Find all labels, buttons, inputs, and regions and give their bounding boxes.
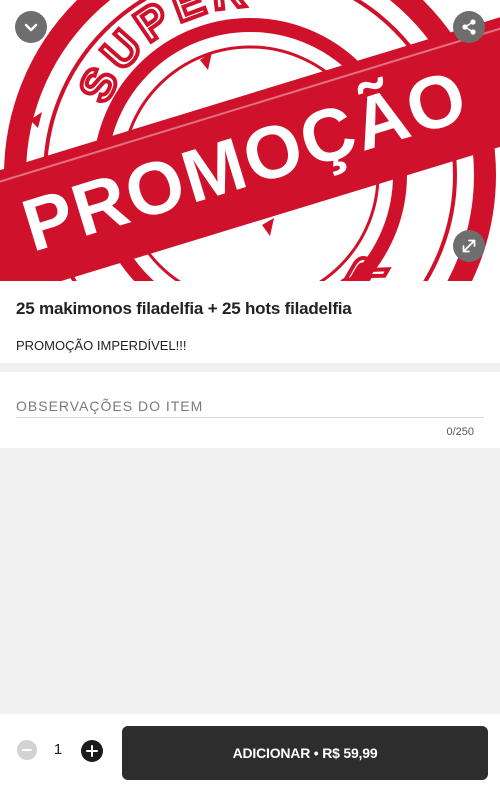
item-info: 25 makimonos filadelfia + 25 hots filade…	[0, 281, 500, 363]
item-notes-input[interactable]	[16, 394, 484, 418]
add-to-cart-button[interactable]: ADICIONAR • R$ 59,99	[122, 726, 488, 780]
quantity-value: 1	[53, 741, 63, 758]
share-button[interactable]	[453, 11, 485, 43]
expand-image-button[interactable]	[453, 230, 485, 262]
share-icon	[462, 19, 476, 35]
add-to-cart-bar: 1 ADICIONAR • R$ 59,99	[0, 714, 500, 786]
plus-icon	[86, 745, 98, 757]
chevron-down-icon	[24, 23, 38, 32]
expand-icon	[462, 239, 476, 253]
product-image: SUPER SUPER PROMOÇÃO	[0, 0, 500, 281]
collapse-button[interactable]	[15, 11, 47, 43]
promo-stamp-image: SUPER SUPER PROMOÇÃO	[0, 0, 500, 281]
increase-quantity-button[interactable]	[81, 740, 103, 762]
decrease-quantity-button[interactable]	[17, 740, 37, 760]
item-notes-section: 0/250	[0, 372, 500, 448]
item-title: 25 makimonos filadelfia + 25 hots filade…	[16, 299, 352, 318]
item-description: PROMOÇÃO IMPERDÍVEL!!!	[16, 338, 187, 353]
notes-character-counter: 0/250	[446, 426, 474, 438]
